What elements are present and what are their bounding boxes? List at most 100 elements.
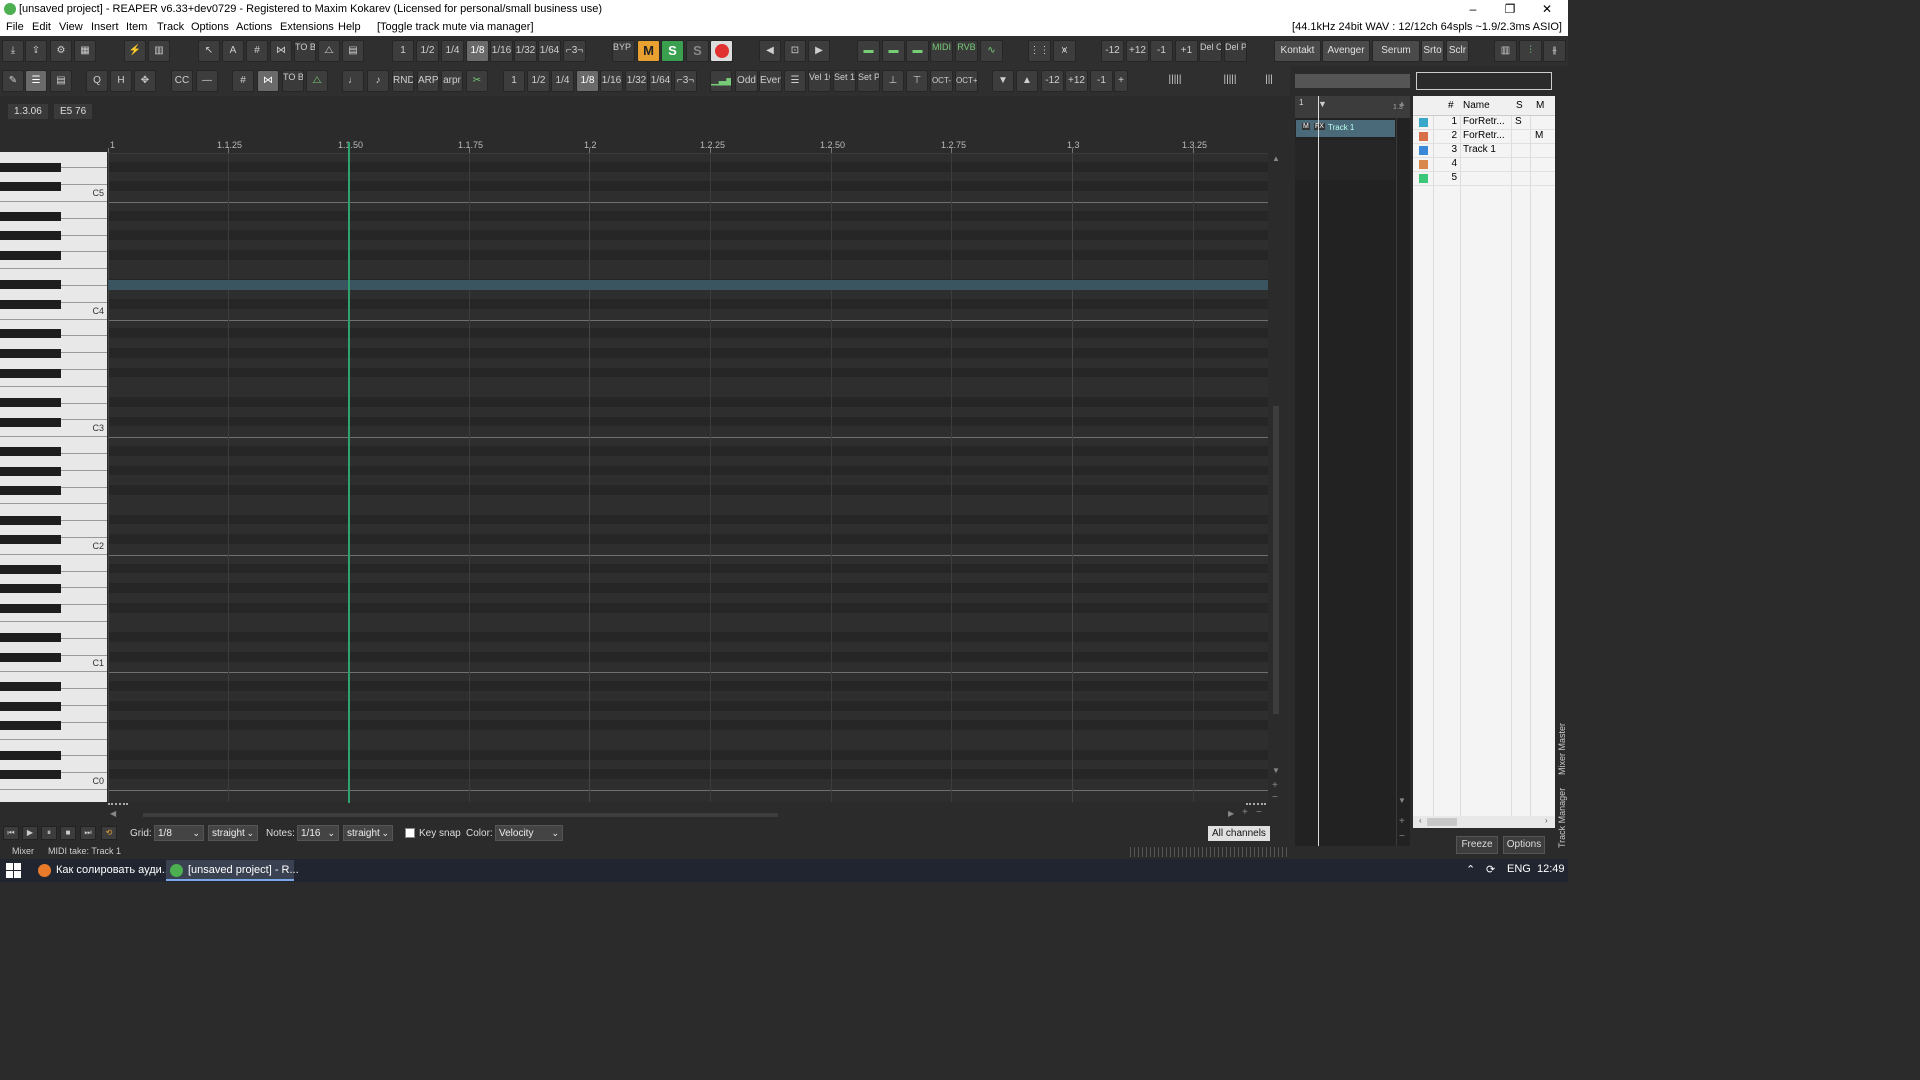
avenger-button[interactable]: Avenger xyxy=(1322,40,1370,62)
note-display[interactable]: E5 76 xyxy=(54,104,93,119)
len-1-32-button[interactable]: 1/32 xyxy=(625,70,648,92)
black-key[interactable] xyxy=(0,398,61,407)
midi-track-button[interactable]: MIDI xyxy=(930,40,953,62)
len-1-64-button[interactable]: 1/64 xyxy=(649,70,672,92)
black-key[interactable] xyxy=(0,682,61,692)
len-1-2-button[interactable]: 1/2 xyxy=(527,70,550,92)
menu-view[interactable]: View xyxy=(59,21,83,33)
hzoom-in-icon[interactable]: + xyxy=(1242,807,1248,818)
color-mode-select[interactable]: Velocity ⌄ xyxy=(495,825,563,841)
scissors-icon[interactable]: ✂ xyxy=(466,70,488,92)
track-row[interactable]: 5 xyxy=(1413,172,1555,186)
triangle-up-icon[interactable]: ▲ xyxy=(1016,70,1038,92)
len-1-16-button[interactable]: 1/16 xyxy=(600,70,623,92)
black-key[interactable] xyxy=(0,368,61,378)
note-minus12-button[interactable]: -12 xyxy=(1041,70,1064,92)
velocity-bars-icon[interactable]: ▁▃▅ xyxy=(710,70,732,92)
transpose-plus12-button[interactable]: +12 xyxy=(1126,40,1149,62)
to-by-icon[interactable]: TO BY xyxy=(294,40,316,62)
track-dup-icon[interactable]: ▬ xyxy=(882,40,905,62)
black-key[interactable] xyxy=(0,721,61,731)
taskbar-reaper[interactable]: [unsaved project] - R... xyxy=(166,860,299,881)
black-key[interactable] xyxy=(0,211,61,221)
piano-icon[interactable]: ▥ xyxy=(1494,40,1517,62)
note-icon[interactable]: ♩ xyxy=(342,70,364,92)
mixer-master-tab[interactable]: Mixer Master xyxy=(1557,723,1567,775)
tray-sync-icon[interactable]: ⟳ xyxy=(1486,863,1495,876)
black-key[interactable] xyxy=(0,300,61,309)
position-display[interactable]: 1.3.06 xyxy=(8,104,48,119)
black-key[interactable] xyxy=(0,466,61,476)
black-key[interactable] xyxy=(0,770,61,780)
notes-select[interactable]: 1/16 ⌄ xyxy=(297,825,339,841)
track-name[interactable]: ForRetr... xyxy=(1463,116,1508,127)
waveform-icon[interactable]: ⋮⋮ xyxy=(1028,40,1051,62)
black-key[interactable] xyxy=(0,515,61,525)
black-key[interactable] xyxy=(0,329,61,339)
menu-help[interactable]: Help xyxy=(338,21,361,33)
black-key[interactable] xyxy=(0,564,61,574)
track-color-swatch[interactable] xyxy=(1419,118,1428,127)
len-triplet-button[interactable]: ⌐3¬ xyxy=(674,70,697,92)
velocity-100-button[interactable]: Vel 100 xyxy=(808,70,831,92)
black-key[interactable] xyxy=(0,417,61,427)
division-1-4-button[interactable]: 1/4 xyxy=(441,40,464,62)
select-tool-icon[interactable]: ↖ xyxy=(198,40,220,62)
item-mute-badge[interactable]: M xyxy=(1302,123,1310,130)
go-start-button[interactable]: ⏮ xyxy=(3,826,19,840)
grid-select[interactable]: 1/8 ⌄ xyxy=(154,825,204,841)
tm-scroll-right-icon[interactable]: › xyxy=(1545,816,1548,825)
menu-track[interactable]: Track xyxy=(157,21,184,33)
black-key[interactable] xyxy=(0,486,61,496)
black-key[interactable] xyxy=(0,349,61,358)
track-solo[interactable]: S xyxy=(1515,116,1522,127)
column-number[interactable]: # xyxy=(1448,100,1454,111)
humanize-icon[interactable]: H xyxy=(110,70,132,92)
envelope-icon[interactable]: ∿ xyxy=(980,40,1003,62)
notes-type-select[interactable]: straight ⌄ xyxy=(343,825,393,841)
key-snap-checkbox[interactable] xyxy=(405,828,415,838)
spectral-icon[interactable]: ⩙ xyxy=(1053,40,1076,62)
mixer-tab[interactable]: Mixer xyxy=(12,846,34,856)
metronome-icon-2[interactable]: ⧍ xyxy=(306,70,328,92)
mute-button[interactable]: M xyxy=(637,40,660,62)
note-length-icon[interactable]: ♪ xyxy=(367,70,389,92)
event-list-icon[interactable]: ▤ xyxy=(50,70,72,92)
black-key[interactable] xyxy=(0,231,61,241)
auto-icon[interactable]: A xyxy=(222,40,244,62)
black-key[interactable] xyxy=(0,162,61,172)
tm-scroll-thumb[interactable] xyxy=(1427,818,1457,826)
len-1-button[interactable]: 1 xyxy=(503,70,525,92)
division-1-16-button[interactable]: 1/16 xyxy=(490,40,513,62)
go-start-icon[interactable]: ◀ xyxy=(759,40,781,62)
fader-icon[interactable]: ⫵ xyxy=(1543,40,1566,62)
bypass-fx-button[interactable]: BYP FX xyxy=(612,40,635,62)
metronome-icon[interactable]: ⧍ xyxy=(318,40,340,62)
triplet-button[interactable]: ⌐3¬ xyxy=(563,40,586,62)
black-key[interactable] xyxy=(0,701,61,711)
go-end-button[interactable]: ⏭ xyxy=(80,826,96,840)
menu-actions[interactable]: Actions xyxy=(236,21,272,33)
go-end-icon[interactable]: ▶ xyxy=(808,40,830,62)
track-name[interactable]: Track 1 xyxy=(1463,144,1508,155)
arrange-zoom-out-icon[interactable]: − xyxy=(1399,831,1405,842)
track-row[interactable]: 3 Track 1 xyxy=(1413,144,1555,158)
menu-file[interactable]: File xyxy=(6,21,24,33)
note-plus-button[interactable]: + xyxy=(1114,70,1128,92)
serum-button[interactable]: Serum xyxy=(1372,40,1420,62)
cc-button[interactable]: CC xyxy=(171,70,193,92)
piano-keyboard[interactable]: C5 C4 C3 C2 C1 C0 xyxy=(0,152,107,802)
sclr-button[interactable]: Sclr xyxy=(1446,40,1469,62)
grid-icon[interactable]: # xyxy=(246,40,268,62)
srto-button[interactable]: Srto xyxy=(1421,40,1444,62)
track-color-swatch[interactable] xyxy=(1419,146,1428,155)
pencil-icon[interactable]: ✎ xyxy=(2,70,24,92)
arrange-view[interactable]: 1 ▼ 1.3 M FX Track 1 ▲ ▼ + − xyxy=(1295,96,1410,846)
render-icon[interactable]: ⇪ xyxy=(25,40,47,62)
note-grid[interactable] xyxy=(108,154,1268,802)
triangle-down-icon[interactable]: ▼ xyxy=(992,70,1014,92)
freeze-button[interactable]: Freeze xyxy=(1456,836,1498,854)
mixer-icon[interactable]: ⫶ xyxy=(1519,40,1542,62)
black-key[interactable] xyxy=(0,603,61,613)
vertical-scrollbar[interactable]: ▲ ▼ + − xyxy=(1270,154,1282,804)
